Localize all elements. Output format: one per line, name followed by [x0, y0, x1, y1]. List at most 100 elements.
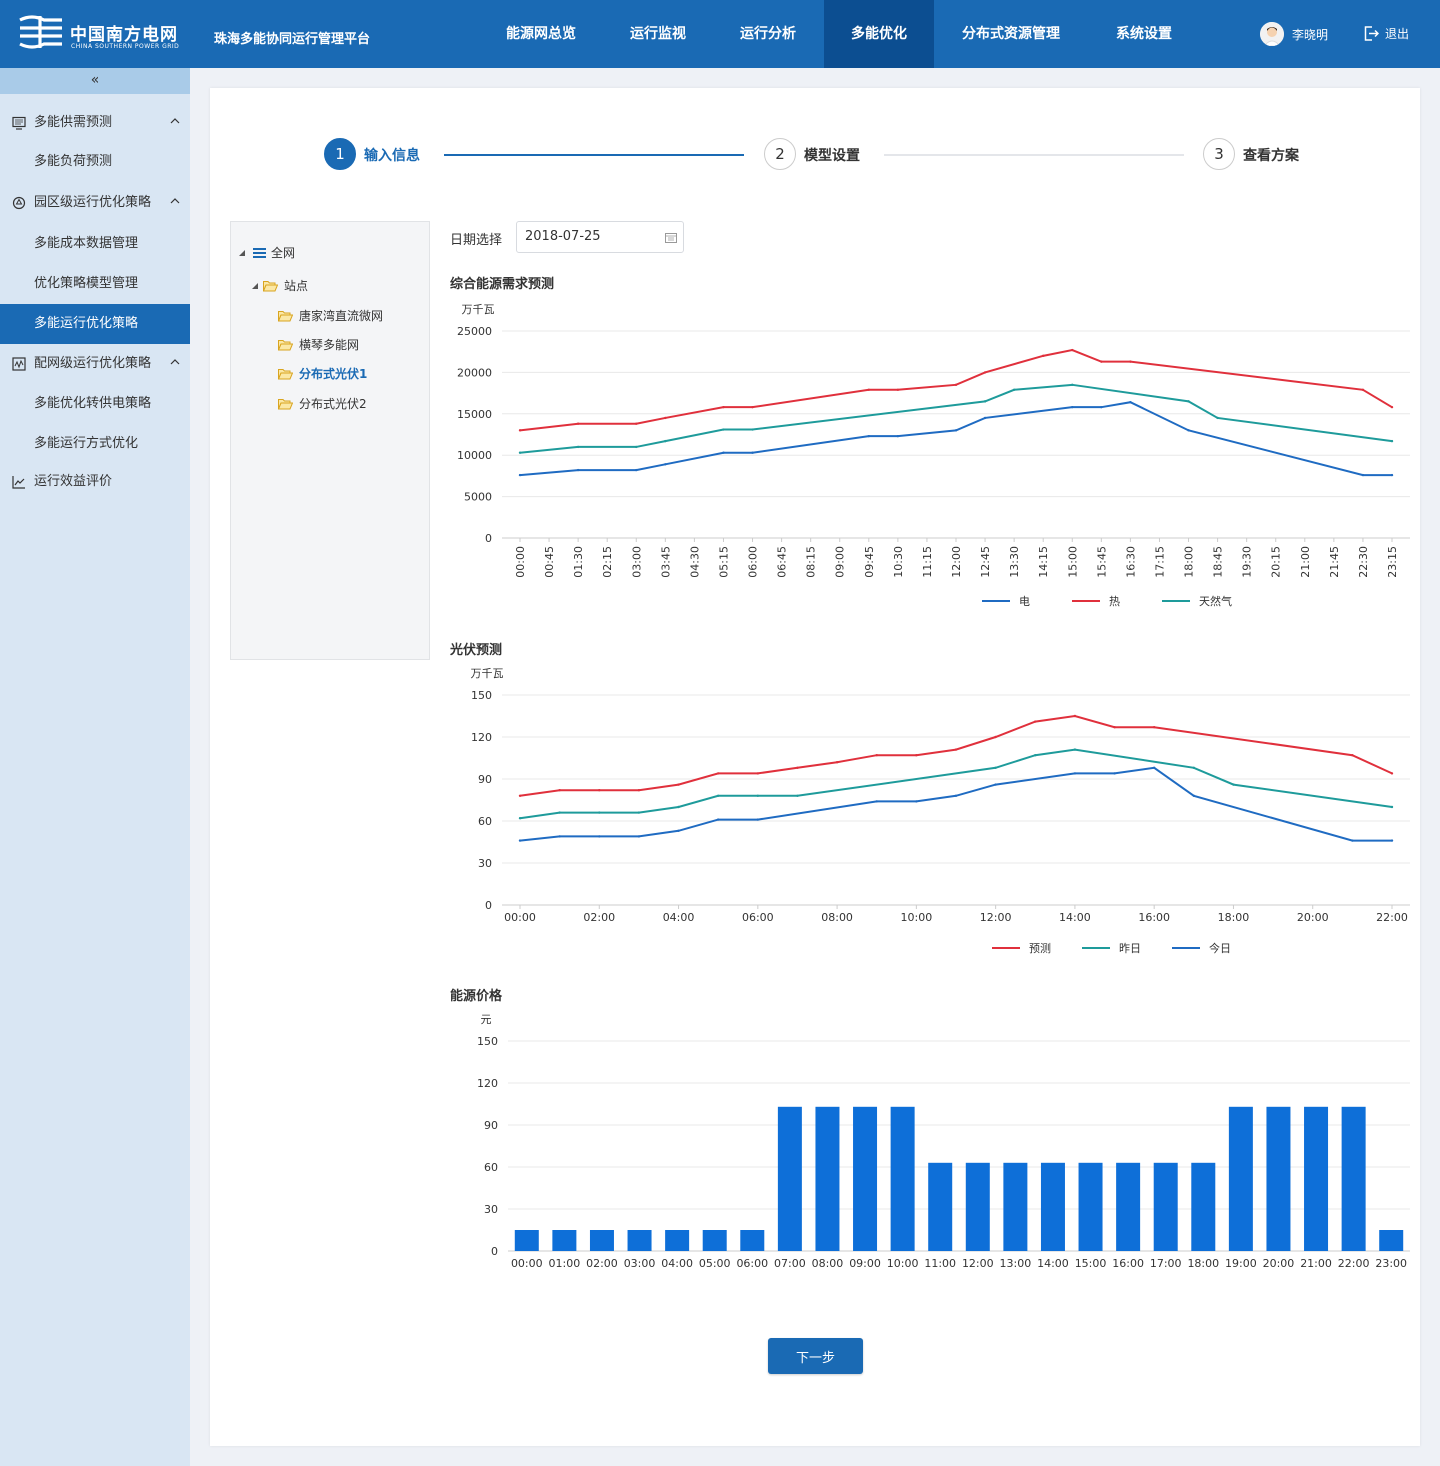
nav-analysis[interactable]: 运行分析 [722, 0, 814, 68]
y-axis-unit: 万千瓦 [471, 667, 504, 680]
x-tick-label: 14:15 [1037, 546, 1050, 578]
next-step-button[interactable]: 下一步 [768, 1338, 863, 1374]
y-tick-label: 120 [471, 731, 492, 744]
sidebar-item-cost-data[interactable]: 多能成本数据管理 [0, 224, 190, 264]
chart-3-title: 能源价格 [450, 989, 503, 1004]
step-1-label[interactable]: 输入信息 [364, 145, 420, 165]
price-bar [815, 1106, 840, 1251]
tree-expanded-icon[interactable] [251, 282, 259, 290]
tree-node-label[interactable]: 分布式光伏1 [299, 365, 367, 383]
data-point [637, 811, 641, 814]
step-2-number[interactable]: 2 [764, 138, 796, 170]
date-picker-input[interactable]: 2018-07-25 [516, 221, 684, 253]
step-2-label[interactable]: 模型设置 [804, 145, 860, 165]
sidebar-item-strategy-model[interactable]: 优化策略模型管理 [0, 264, 190, 304]
platform-title: 珠海多能协同运行管理平台 [214, 32, 371, 47]
sidebar-item-operation-strategy[interactable]: 多能运行优化策略 [0, 304, 190, 344]
menu-group-grid-strategy[interactable]: 配网级运行优化策略 [0, 344, 190, 384]
y-tick-label: 90 [484, 1119, 498, 1132]
x-tick-label: 10:00 [901, 911, 933, 924]
tree-node-label[interactable]: 唐家湾直流微网 [299, 307, 383, 325]
data-point [716, 772, 720, 775]
tree-node-label[interactable]: 全网 [271, 244, 295, 262]
pv-forecast-chart: 万千瓦 0 30 60 90 120 150 00:00 02:00 04:00 06:00 08:0… [471, 667, 1410, 955]
x-tick-label: 12:00 [950, 546, 963, 578]
price-bar [1341, 1106, 1366, 1251]
nav-system-settings[interactable]: 系统设置 [1098, 0, 1190, 68]
data-point [576, 468, 580, 472]
price-bar [965, 1162, 990, 1251]
tree-expanded-icon[interactable] [238, 249, 246, 257]
price-bar [552, 1230, 577, 1251]
calendar-icon[interactable] [665, 232, 677, 243]
main-content: 1 输入信息 2 模型设置 3 查看方案 全网 站点 唐家湾直流微网 横琴多能网 [210, 88, 1420, 1446]
data-point [558, 789, 561, 792]
chevron-up-icon [170, 118, 180, 124]
data-point [1073, 772, 1077, 775]
x-tick-label: 22:00 [1376, 911, 1408, 924]
date-value[interactable]: 2018-07-25 [525, 229, 601, 244]
data-point [1073, 714, 1077, 718]
folder-open-icon [278, 340, 293, 351]
sidebar-item-load-forecast[interactable]: 多能负荷预测 [0, 142, 190, 182]
data-point [1232, 783, 1235, 786]
x-tick-label: 19:00 [1225, 1257, 1257, 1270]
tree-node-label[interactable]: 站点 [284, 277, 308, 295]
sidebar-item-operation-mode[interactable]: 多能运行方式优化 [0, 424, 190, 464]
data-point [518, 839, 522, 842]
step-3-number[interactable]: 3 [1203, 138, 1235, 170]
step-1-number[interactable]: 1 [324, 138, 356, 170]
nav-multi-energy-optimization[interactable]: 多能优化 [824, 0, 934, 68]
y-tick-label: 15000 [457, 408, 492, 421]
data-point [756, 772, 760, 775]
series-line-2 [519, 748, 1393, 820]
price-bar [1304, 1106, 1329, 1251]
data-point [1192, 794, 1196, 797]
y-axis-unit: 元 [481, 1013, 492, 1026]
price-bar [1040, 1162, 1065, 1251]
data-point [722, 405, 725, 409]
menu-group-benefit-evaluation[interactable]: 运行效益评价 [0, 462, 190, 502]
step-3-label[interactable]: 查看方案 [1243, 145, 1299, 165]
nav-overview[interactable]: 能源网总览 [490, 0, 592, 68]
x-tick-label: 11:00 [924, 1257, 956, 1270]
price-bar [1078, 1162, 1103, 1251]
tree-node-label[interactable]: 分布式光伏2 [299, 395, 367, 413]
y-tick-label: 60 [478, 815, 492, 828]
data-point [1100, 360, 1103, 363]
x-tick-label: 02:15 [601, 546, 614, 578]
data-point [1351, 839, 1354, 842]
data-point [1187, 400, 1190, 403]
user-name[interactable]: 李晓明 [1292, 26, 1328, 43]
x-tick-label: 08:00 [821, 911, 853, 924]
logout-label[interactable]: 退出 [1385, 25, 1409, 42]
data-point [1012, 388, 1016, 391]
tree-node-label[interactable]: 横琴多能网 [299, 336, 359, 354]
nav-monitor[interactable]: 运行监视 [612, 0, 704, 68]
menu-group-park-strategy[interactable]: 园区级运行优化策略 [0, 183, 190, 223]
x-tick-label: 10:30 [892, 546, 905, 578]
avatar[interactable] [1260, 22, 1284, 46]
sidebar-item-transfer-supply[interactable]: 多能优化转供电策略 [0, 384, 190, 424]
x-tick-label: 00:45 [543, 546, 556, 578]
sidebar-collapse-button[interactable]: « [0, 68, 190, 94]
user-avatar-icon [1260, 22, 1284, 46]
data-point [896, 388, 900, 391]
x-tick-label: 13:30 [1008, 546, 1021, 578]
x-tick-label: 20:00 [1263, 1257, 1295, 1270]
data-point [1361, 388, 1365, 391]
x-tick-label: 17:00 [1150, 1257, 1182, 1270]
chart-2-title: 光伏预测 [450, 643, 503, 658]
price-bar [1379, 1230, 1404, 1251]
data-point [1042, 354, 1045, 358]
data-point [994, 783, 997, 786]
nav-distributed-resources[interactable]: 分布式资源管理 [946, 0, 1076, 68]
data-point [994, 766, 997, 769]
menu-group-supply-demand-forecast[interactable]: 多能供需预测 [0, 103, 190, 143]
date-label: 日期选择 [450, 233, 503, 248]
data-point [1034, 720, 1037, 723]
y-tick-label: 0 [485, 532, 492, 545]
data-point [722, 451, 725, 454]
x-tick-label: 15:00 [1075, 1257, 1107, 1270]
y-tick-label: 25000 [457, 325, 492, 338]
